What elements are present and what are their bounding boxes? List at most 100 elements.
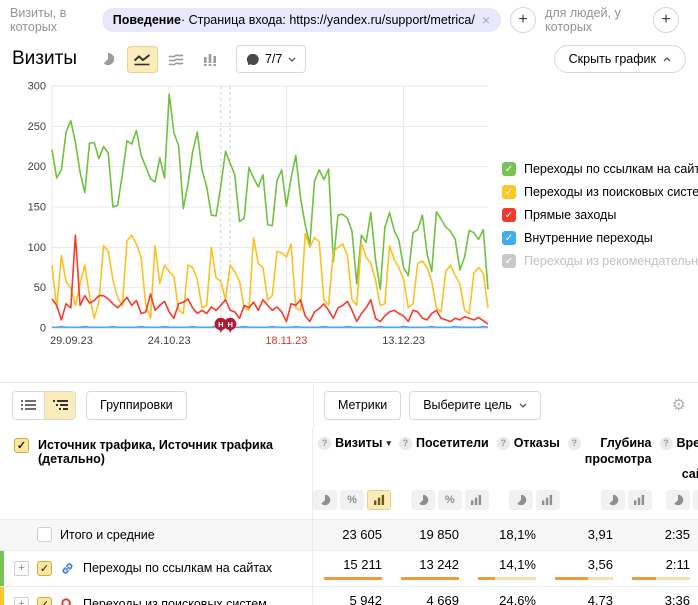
goal-select-button[interactable]: Выберите цель <box>409 391 541 420</box>
metric-display-tools: % <box>313 485 399 519</box>
segment-chip-close-icon[interactable]: × <box>482 13 490 27</box>
pie-mini-icon <box>319 494 331 506</box>
metrics-label: Метрики <box>338 398 387 412</box>
table-row[interactable]: +✓Переходы по ссылкам на сайтах 15 211 1… <box>0 550 698 586</box>
metric-value-cell: 19 850 <box>390 520 467 550</box>
legend-item: ✓ Переходы из поисковых систем <box>502 185 698 199</box>
series-color-stripe <box>0 551 4 586</box>
legend-checkbox[interactable]: ✓ <box>502 162 516 176</box>
help-icon[interactable]: ? <box>568 437 581 450</box>
legend-checkbox[interactable]: ✓ <box>502 185 516 199</box>
dimension-checkbox[interactable]: ✓ <box>14 438 29 453</box>
pie-mini-icon <box>607 494 619 506</box>
metric-column-header[interactable]: ? Время на сайте <box>660 427 698 485</box>
line-chart-svg: 05010015020025030029.09.2324.10.2318.11.… <box>18 78 496 350</box>
percent-display-button[interactable]: % <box>438 490 462 510</box>
row-expand-button[interactable]: + <box>14 561 29 576</box>
pie-display-button[interactable] <box>601 490 625 510</box>
pie-display-button[interactable] <box>313 490 337 510</box>
segment-chip[interactable]: Поведение · Страница входа: https://yand… <box>102 8 501 32</box>
metric-value: 5 942 <box>349 593 382 605</box>
row-checkbox[interactable]: ✓ <box>37 561 52 576</box>
row-expand-button[interactable]: + <box>14 597 29 605</box>
legend-label: Переходы из рекомендательных систем <box>524 254 698 268</box>
metric-column-header[interactable]: ? Глубина просмотра <box>568 427 660 485</box>
metric-column-header[interactable]: ? Посетители <box>399 427 497 485</box>
search-icon <box>60 597 75 605</box>
bars-mini-icon <box>633 494 646 505</box>
chart-legend: ✓Переходы по ссылкам на сайтах✓Переходы … <box>502 78 698 358</box>
list-view-button[interactable] <box>13 392 44 419</box>
chart-header: Визиты 7/7 Скрыть графи <box>0 38 698 76</box>
percent-display-button[interactable]: % <box>340 490 364 510</box>
chart-type-pie-button[interactable] <box>93 46 124 73</box>
legend-checkbox[interactable]: ✓ <box>502 208 516 222</box>
table-settings-gear-icon[interactable]: ⚙ <box>672 395 686 415</box>
table-row[interactable]: Итого и средние 23 605 19 850 18,1% 3,91… <box>0 519 698 550</box>
row-label: Итого и средние <box>60 528 155 542</box>
help-icon[interactable]: ? <box>660 437 673 450</box>
row-checkbox[interactable] <box>37 527 52 542</box>
annotation-marker[interactable]: Н <box>224 318 236 333</box>
metric-bar <box>324 577 382 580</box>
legend-label: Переходы из поисковых систем <box>524 185 698 199</box>
row-label: Переходы из поисковых систем <box>83 597 267 605</box>
help-icon[interactable]: ? <box>399 437 412 450</box>
metric-value-cell: 14,1% <box>467 551 544 586</box>
svg-text:Н: Н <box>227 320 232 329</box>
metric-column-label: Визиты <box>335 436 382 452</box>
bars-display-button[interactable] <box>693 490 698 510</box>
bars-mini-icon <box>470 494 483 505</box>
y-axis-tick-label: 250 <box>28 121 46 133</box>
metrics-button[interactable]: Метрики <box>324 391 401 420</box>
visits-line-chart[interactable]: 05010015020025030029.09.2324.10.2318.11.… <box>18 78 496 358</box>
table-toolbar: Группировки Метрики Выберите цель ⚙ <box>0 383 698 427</box>
table-row[interactable]: +✓Переходы из поисковых систем 5 942 4 6… <box>0 586 698 605</box>
bars-display-button[interactable] <box>628 490 652 510</box>
chart-type-line-button[interactable] <box>127 46 158 73</box>
people-filter-label: для людей, у которых <box>545 6 644 34</box>
tree-view-button[interactable] <box>44 392 75 419</box>
row-label: Переходы по ссылкам на сайтах <box>83 561 272 575</box>
bars-display-button[interactable] <box>367 490 391 510</box>
metric-bar <box>401 577 459 580</box>
metric-display-tools: % <box>399 485 497 519</box>
pie-display-button[interactable] <box>666 490 690 510</box>
dimension-header-label[interactable]: Источник трафика, Источник трафика (дета… <box>38 438 304 466</box>
hide-chart-button[interactable]: Скрыть график <box>554 45 686 73</box>
add-visit-condition-button[interactable]: + <box>510 7 536 33</box>
metric-value: 2:11 <box>666 557 690 572</box>
metric-column-header[interactable]: ? Отказы <box>497 427 568 485</box>
legend-checkbox[interactable]: ✓ <box>502 231 516 245</box>
series-color-stripe <box>0 587 4 605</box>
legend-label: Прямые заходы <box>524 208 616 222</box>
metric-column-header[interactable]: ? Визиты ▾ <box>313 427 399 485</box>
help-icon[interactable]: ? <box>318 437 331 450</box>
annotations-dropdown[interactable]: 7/7 <box>236 45 306 73</box>
chart-type-area-button[interactable] <box>161 46 192 73</box>
metric-value: 19 850 <box>419 527 459 542</box>
list-view-icon <box>21 399 36 411</box>
add-people-condition-button[interactable]: + <box>653 7 679 33</box>
pie-display-button[interactable] <box>411 490 435 510</box>
help-icon[interactable]: ? <box>497 437 510 450</box>
legend-item: ✓Внутренние переходы <box>502 231 698 245</box>
y-axis-tick-label: 0 <box>40 323 46 335</box>
view-mode-switch <box>12 391 76 420</box>
legend-checkbox[interactable]: ✓ <box>502 254 516 268</box>
chart-type-columns-button[interactable] <box>195 46 226 73</box>
bars-display-button[interactable] <box>536 490 560 510</box>
groupings-button[interactable]: Группировки <box>86 391 187 420</box>
metric-bar <box>478 577 536 580</box>
metric-value-cell: 13 242 <box>390 551 467 586</box>
bars-display-button[interactable] <box>465 490 489 510</box>
row-checkbox[interactable]: ✓ <box>37 597 52 605</box>
page-title: Визиты <box>12 48 77 70</box>
y-axis-tick-label: 100 <box>28 242 46 254</box>
x-axis-tick-label: 18.11.23 <box>265 335 307 347</box>
column-chart-icon <box>203 53 217 66</box>
x-axis-tick-label: 13.12.23 <box>382 335 425 347</box>
plus-icon: + <box>518 11 527 29</box>
pie-display-button[interactable] <box>509 490 533 510</box>
metric-value-cell: 2:35 <box>621 520 698 550</box>
